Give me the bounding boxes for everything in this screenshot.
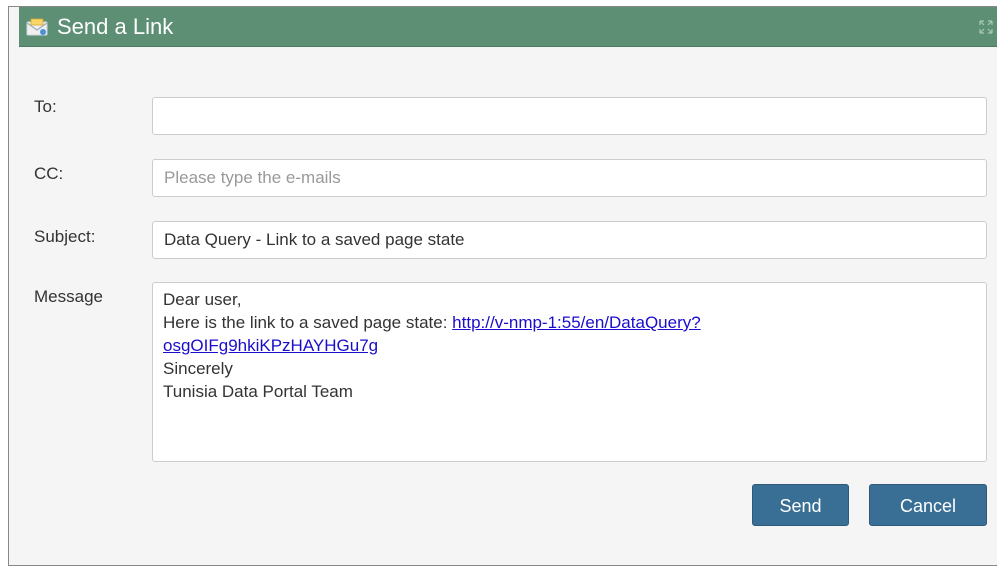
to-label: To: [34, 97, 57, 116]
message-signature: Tunisia Data Portal Team [163, 382, 353, 401]
message-greeting: Dear user, [163, 290, 242, 309]
cancel-button[interactable]: Cancel [869, 484, 987, 526]
cc-placeholder: Please type the e-mails [164, 168, 341, 187]
message-textarea[interactable]: Dear user, Here is the link to a saved p… [152, 282, 987, 462]
to-field[interactable] [152, 97, 987, 135]
message-closing: Sincerely [163, 359, 233, 378]
resize-arrows-icon[interactable] [979, 20, 993, 34]
message-label: Message [34, 287, 103, 306]
send-button[interactable]: Send [752, 484, 849, 526]
dialog-title: Send a Link [57, 14, 174, 39]
message-link-line: Here is the link to a saved page state: … [163, 311, 976, 334]
cc-label: CC: [34, 164, 64, 183]
subject-field[interactable]: Data Query - Link to a saved page state [152, 221, 987, 259]
dialog-header: Send a Link [19, 7, 997, 47]
saved-page-link-continued[interactable]: osgOIFg9hkiKPzHAYHGu7g [163, 336, 378, 355]
send-link-dialog: Send a Link To: CC: Please type the e-ma… [8, 6, 997, 566]
cc-field[interactable]: Please type the e-mails [152, 159, 987, 197]
saved-page-link[interactable]: http://v-nmp-1:55/en/DataQuery? [452, 313, 701, 332]
message-link-intro: Here is the link to a saved page state: [163, 313, 453, 332]
subject-label: Subject: [34, 227, 96, 246]
envelope-icon [26, 18, 48, 36]
